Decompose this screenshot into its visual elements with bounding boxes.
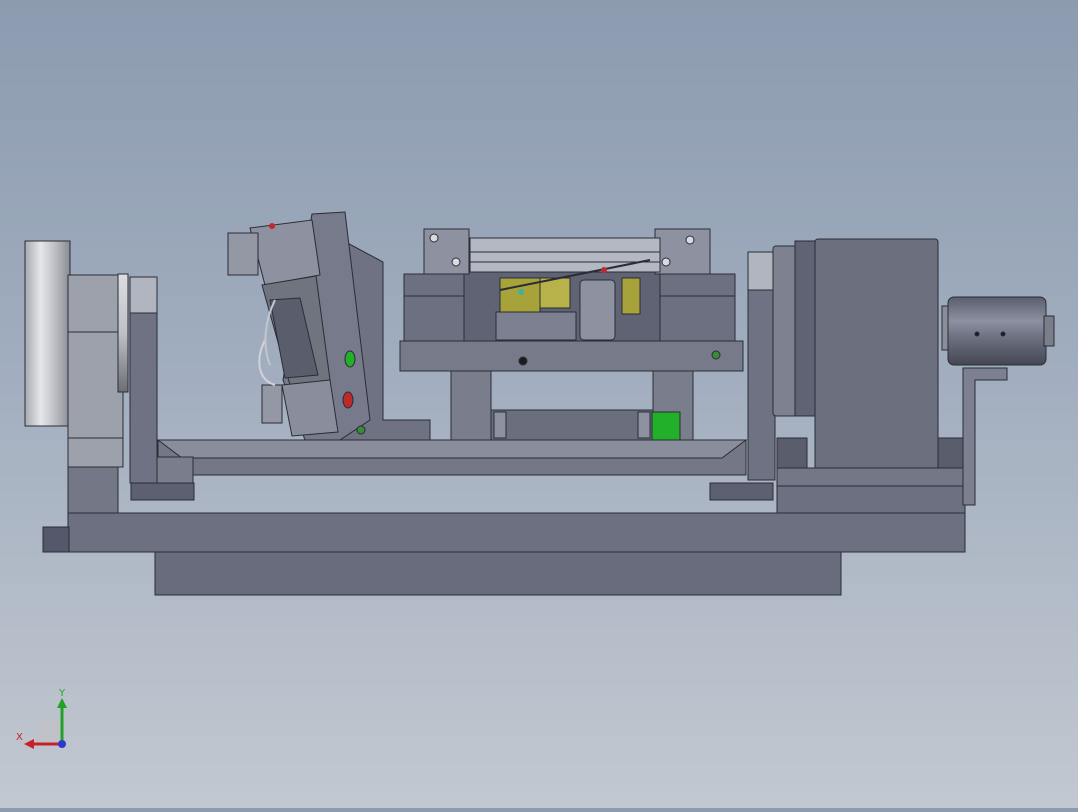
right-rotary-tailstock — [747, 238, 1055, 514]
left-rotary-headstock — [24, 240, 194, 514]
y-axis-label: Y — [59, 688, 66, 699]
x-arrowhead-icon — [24, 739, 34, 749]
left-clamp-assembly — [227, 211, 431, 441]
triad-plane-icon — [36, 718, 62, 744]
cad-graphics-area[interactable]: X Y — [0, 0, 1078, 808]
x-axis-label: X — [16, 732, 23, 743]
fixture-assembly-model[interactable] — [0, 0, 1078, 808]
y-arrowhead-icon — [57, 698, 67, 708]
coordinate-triad: X Y — [14, 686, 74, 752]
center-fixture — [399, 228, 744, 441]
z-axis-dot — [58, 740, 66, 748]
